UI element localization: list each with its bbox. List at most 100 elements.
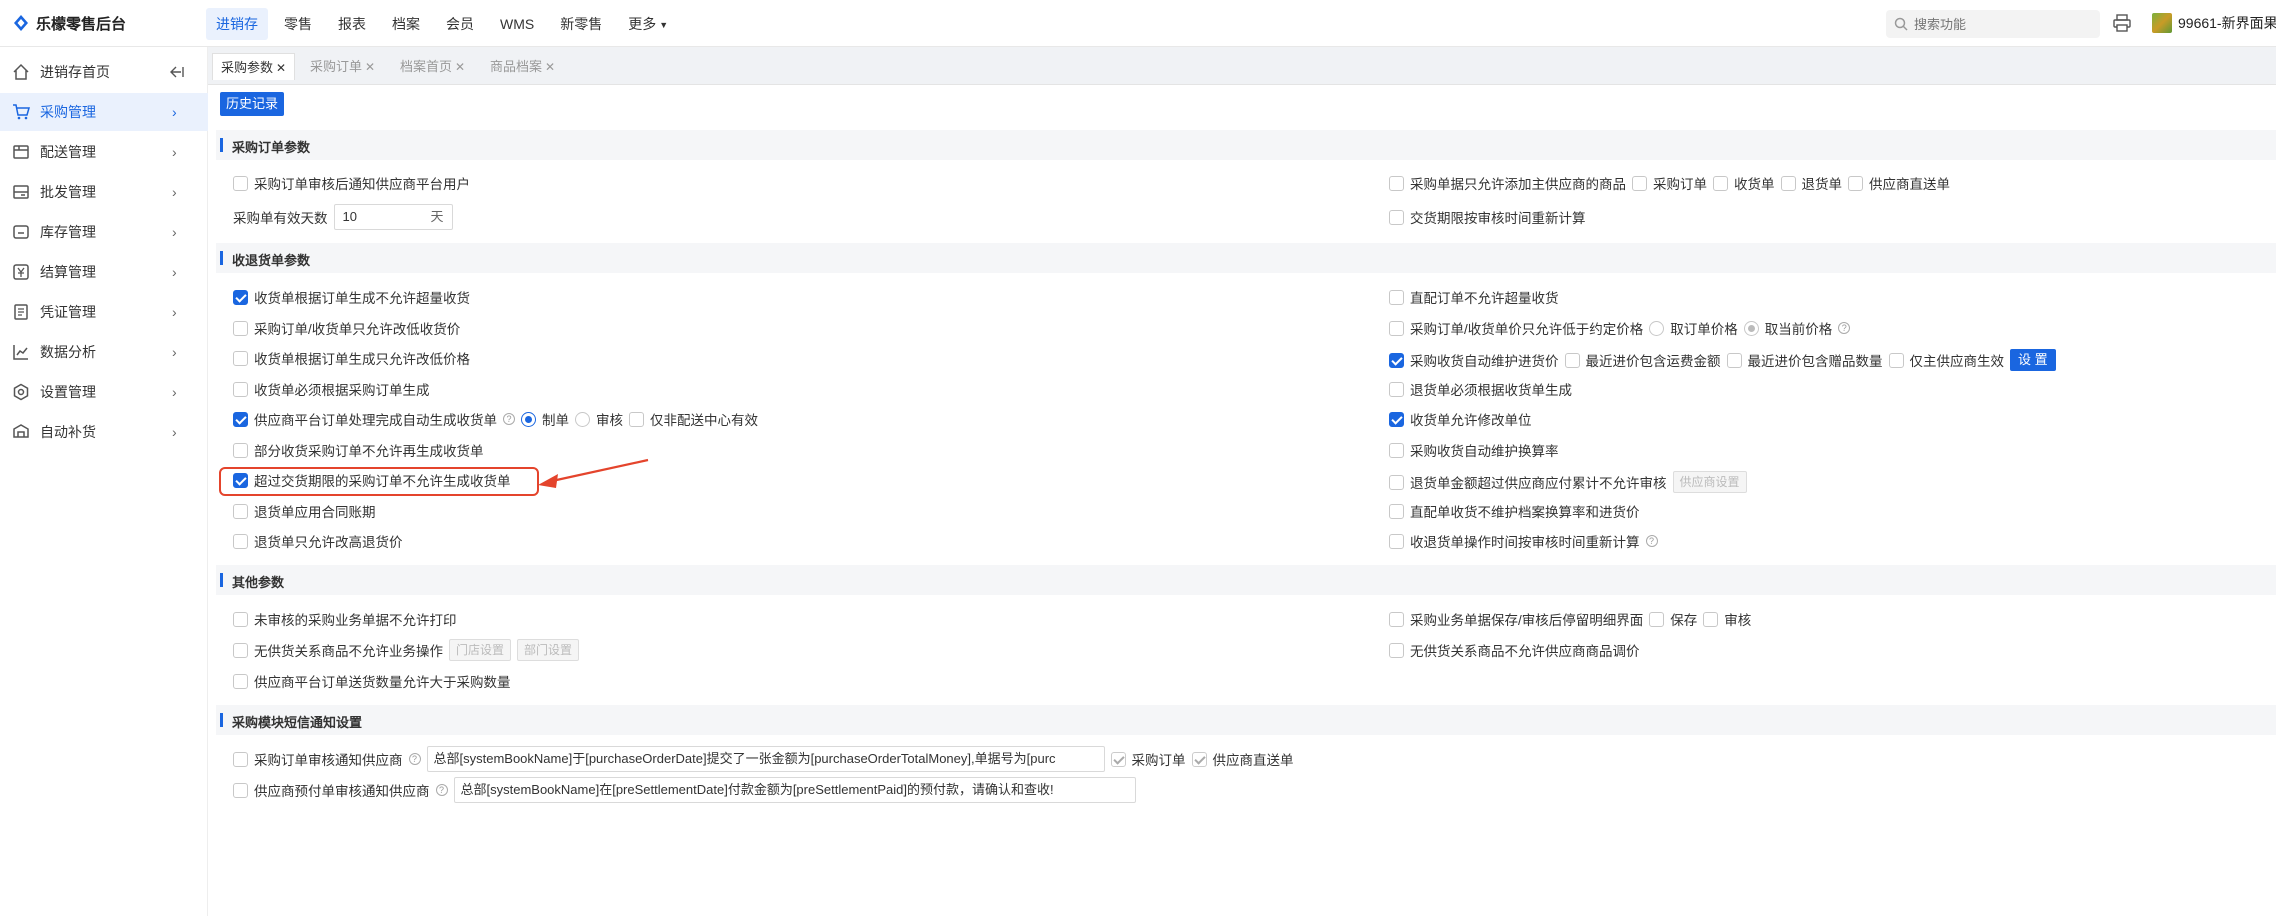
radio[interactable]: [575, 411, 590, 427]
option-order-audit-sms[interactable]: 采购订单审核通知供应商 ? 总部[systemBookName]于[purcha…: [233, 745, 1300, 773]
option-only-lower-price[interactable]: 收货单根据订单生成只允许改低价格: [233, 348, 476, 368]
option-direct-no-over[interactable]: 直配订单不允许超量收货: [1389, 287, 1565, 307]
option-direct-no-maintain[interactable]: 直配单收货不维护档案换算率和进货价: [1389, 501, 1646, 521]
checkbox[interactable]: [233, 175, 248, 191]
option-no-supplier-price-adjust[interactable]: 无供货关系商品不允许供应商商品调价: [1389, 640, 1646, 660]
checkbox[interactable]: [1389, 381, 1404, 397]
checkbox[interactable]: [1389, 209, 1404, 225]
topnav-item-wms[interactable]: WMS: [490, 8, 544, 40]
help-icon[interactable]: ?: [408, 753, 421, 765]
checkbox[interactable]: [1389, 289, 1404, 305]
checkbox[interactable]: [1389, 320, 1404, 336]
option-supplier-qty-exceed[interactable]: 供应商平台订单送货数量允许大于采购数量: [233, 671, 517, 691]
option-allow-change-unit[interactable]: 收货单允许修改单位: [1389, 409, 1538, 429]
topnav-item-reports[interactable]: 报表: [328, 8, 376, 40]
radio[interactable]: [1649, 320, 1665, 336]
topnav-item-more[interactable]: 更多 ▼: [618, 8, 678, 40]
printer-icon[interactable]: [2112, 13, 2132, 33]
checkbox[interactable]: [1564, 352, 1580, 368]
checkbox[interactable]: [1389, 175, 1404, 191]
option-recalc-delivery[interactable]: 交货期限按审核时间重新计算: [1389, 207, 1592, 227]
search-input[interactable]: [1914, 16, 2084, 32]
checkbox[interactable]: [1780, 175, 1796, 191]
checkbox[interactable]: [233, 442, 248, 458]
sidebar-item-analytics[interactable]: 数据分析 ›: [0, 333, 208, 371]
option-partial-no-regenerate[interactable]: 部分收货采购订单不允许再生成收货单: [233, 440, 490, 460]
checkbox[interactable]: [233, 782, 248, 798]
checkbox[interactable]: [233, 381, 248, 397]
close-icon[interactable]: ✕: [455, 60, 465, 74]
close-icon[interactable]: ✕: [545, 60, 555, 74]
option-no-supply-relation[interactable]: 无供货关系商品不允许业务操作 门店设置 部门设置: [233, 638, 585, 662]
tab-purchase-params[interactable]: 采购参数 ✕: [212, 53, 296, 80]
option-return-exceed-payable[interactable]: 退货单金额超过供应商应付累计不允许审核 供应商设置: [1389, 470, 1753, 494]
checkbox[interactable]: [1713, 175, 1728, 191]
sidebar-item-settings[interactable]: 设置管理 ›: [0, 373, 208, 411]
option-auto-maintain-ratio[interactable]: 采购收货自动维护换算率: [1389, 440, 1565, 460]
checkbox[interactable]: [233, 289, 248, 305]
option-return-only-higher[interactable]: 退货单只允许改高退货价: [233, 531, 409, 551]
option-prepay-audit-sms[interactable]: 供应商预付单审核通知供应商 ? 总部[systemBookName]在[preS…: [233, 776, 1142, 804]
checkbox[interactable]: [1389, 411, 1404, 427]
checkbox[interactable]: [233, 751, 248, 767]
sidebar-item-inventory[interactable]: 库存管理 ›: [0, 213, 208, 251]
checkbox[interactable]: [1703, 611, 1719, 627]
option-main-supplier-only[interactable]: 采购单据只允许添加主供应商的商品 采购订单 收货单 退货单 供应商直送单: [1389, 173, 1956, 193]
checkbox[interactable]: [233, 411, 248, 427]
help-icon[interactable]: ?: [435, 784, 448, 796]
brand[interactable]: 乐檬零售后台: [12, 12, 126, 34]
checkbox[interactable]: [233, 350, 248, 366]
option-stay-detail[interactable]: 采购业务单据保存/审核后停留明细界面 保存 审核: [1389, 609, 1757, 629]
checkbox[interactable]: [233, 611, 248, 627]
radio[interactable]: [1743, 320, 1759, 336]
checkbox[interactable]: [1389, 442, 1404, 458]
help-icon[interactable]: ?: [503, 413, 515, 425]
tab-archive-home[interactable]: 档案首页 ✕: [392, 53, 474, 80]
checkbox[interactable]: [1389, 642, 1404, 658]
search-box[interactable]: [1886, 10, 2100, 38]
option-unaudited-no-print[interactable]: 未审核的采购业务单据不允许打印: [233, 609, 463, 629]
checkbox[interactable]: [1389, 533, 1404, 549]
topnav-item-archives[interactable]: 档案: [382, 8, 430, 40]
checkbox[interactable]: [1726, 352, 1742, 368]
checkbox[interactable]: [1191, 751, 1207, 767]
user-menu[interactable]: 99661-新界面果: [2152, 13, 2276, 33]
sidebar-item-settlement[interactable]: 结算管理 ›: [0, 253, 208, 291]
option-notify-supplier[interactable]: 采购订单审核后通知供应商平台用户: [233, 173, 476, 193]
checkbox[interactable]: [1888, 352, 1904, 368]
order-sms-template-input[interactable]: 总部[systemBookName]于[purchaseOrderDate]提交…: [426, 746, 1105, 772]
checkbox[interactable]: [1110, 751, 1126, 767]
prepay-sms-template-input[interactable]: 总部[systemBookName]在[preSettlementDate]付款…: [453, 777, 1136, 803]
option-receive-no-over[interactable]: 收货单根据订单生成不允许超量收货: [233, 287, 476, 307]
sidebar-item-wholesale[interactable]: 批发管理 ›: [0, 173, 208, 211]
help-icon[interactable]: ?: [1838, 322, 1851, 334]
topnav-item-jxc[interactable]: 进销存: [206, 8, 268, 40]
checkbox[interactable]: [233, 320, 248, 336]
sidebar-item-distribution[interactable]: 配送管理 ›: [0, 133, 208, 171]
topnav-item-retail[interactable]: 零售: [274, 8, 322, 40]
option-auto-generate-receive[interactable]: 供应商平台订单处理完成自动生成收货单 ? 制单 审核 仅非配送中心有效: [233, 409, 764, 429]
checkbox[interactable]: [629, 411, 644, 427]
option-recalc-operation-time[interactable]: 收退货单操作时间按审核时间重新计算 ?: [1389, 531, 1664, 551]
checkbox[interactable]: [233, 673, 248, 689]
settings-button[interactable]: 设 置: [2010, 349, 2056, 371]
checkbox[interactable]: [1649, 611, 1665, 627]
close-icon[interactable]: ✕: [365, 60, 375, 74]
checkbox[interactable]: [1848, 175, 1863, 191]
sidebar-item-auto-replenish[interactable]: 自动补货 ›: [0, 413, 208, 451]
sidebar-item-voucher[interactable]: 凭证管理 ›: [0, 293, 208, 331]
dept-settings-button[interactable]: 部门设置: [517, 639, 580, 661]
checkbox[interactable]: [1389, 352, 1404, 368]
valid-days-input[interactable]: 10 天: [333, 204, 453, 230]
collapse-sidebar-icon[interactable]: [168, 63, 186, 81]
checkbox[interactable]: [1632, 175, 1647, 191]
topnav-item-new-retail[interactable]: 新零售: [550, 8, 612, 40]
checkbox[interactable]: [233, 642, 248, 658]
option-return-contract-term[interactable]: 退货单应用合同账期: [233, 501, 382, 521]
option-return-from-receive[interactable]: 退货单必须根据收货单生成: [1389, 379, 1578, 399]
checkbox[interactable]: [1389, 611, 1404, 627]
close-icon[interactable]: ✕: [276, 61, 286, 75]
sidebar-item-jxc-home[interactable]: 进销存首页: [0, 53, 208, 91]
checkbox[interactable]: [1389, 503, 1404, 519]
checkbox[interactable]: [1389, 474, 1404, 490]
